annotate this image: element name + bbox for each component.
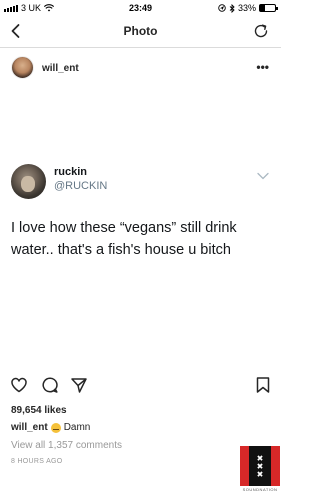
comment-icon[interactable]	[41, 376, 59, 394]
nav-bar: Photo	[0, 16, 281, 48]
tweet-avatar	[11, 164, 46, 199]
status-right: 33%	[218, 3, 278, 13]
bookmark-icon[interactable]	[254, 376, 272, 394]
tweet-author-name: ruckin	[54, 166, 88, 178]
caption: will_ent Damn	[11, 422, 90, 433]
more-options-icon[interactable]: •••	[256, 60, 269, 74]
action-bar	[0, 376, 281, 398]
caption-text: Damn	[63, 422, 91, 433]
status-bar: 3 UK 23:49 33%	[0, 0, 281, 16]
tweet-text: I love how these “vegans” still drink wa…	[11, 220, 237, 258]
likes-count[interactable]: 89,654 likes	[11, 405, 67, 416]
post-header: will_ent •••	[0, 54, 281, 84]
watermark-x-icon: ✖	[256, 470, 264, 479]
share-icon[interactable]	[70, 376, 88, 394]
grimace-emoji-icon	[50, 422, 61, 433]
bluetooth-icon	[229, 3, 235, 13]
post-username[interactable]: will_ent	[42, 63, 79, 74]
battery-icon	[259, 4, 278, 12]
chevron-down-icon	[257, 172, 269, 180]
watermark-text: SOUNDNATION	[242, 487, 278, 492]
post-timestamp: 8 HOURS AGO	[11, 458, 63, 465]
caption-username[interactable]: will_ent	[11, 422, 48, 433]
heart-icon[interactable]	[10, 376, 28, 394]
location-icon	[218, 4, 226, 12]
post-image[interactable]: ruckin @RUCKIN I love how these “vegans”…	[0, 100, 281, 370]
battery-fill	[260, 5, 265, 11]
avatar[interactable]	[11, 56, 34, 79]
view-all-comments-link[interactable]: View all 1,357 comments	[11, 440, 122, 451]
tweet-author-handle: @RUCKIN	[54, 180, 108, 192]
watermark-logo: ✖ ✖ ✖	[240, 446, 280, 486]
battery-percent: 33%	[237, 3, 256, 13]
page-title: Photo	[123, 24, 158, 38]
refresh-icon[interactable]	[253, 23, 269, 39]
